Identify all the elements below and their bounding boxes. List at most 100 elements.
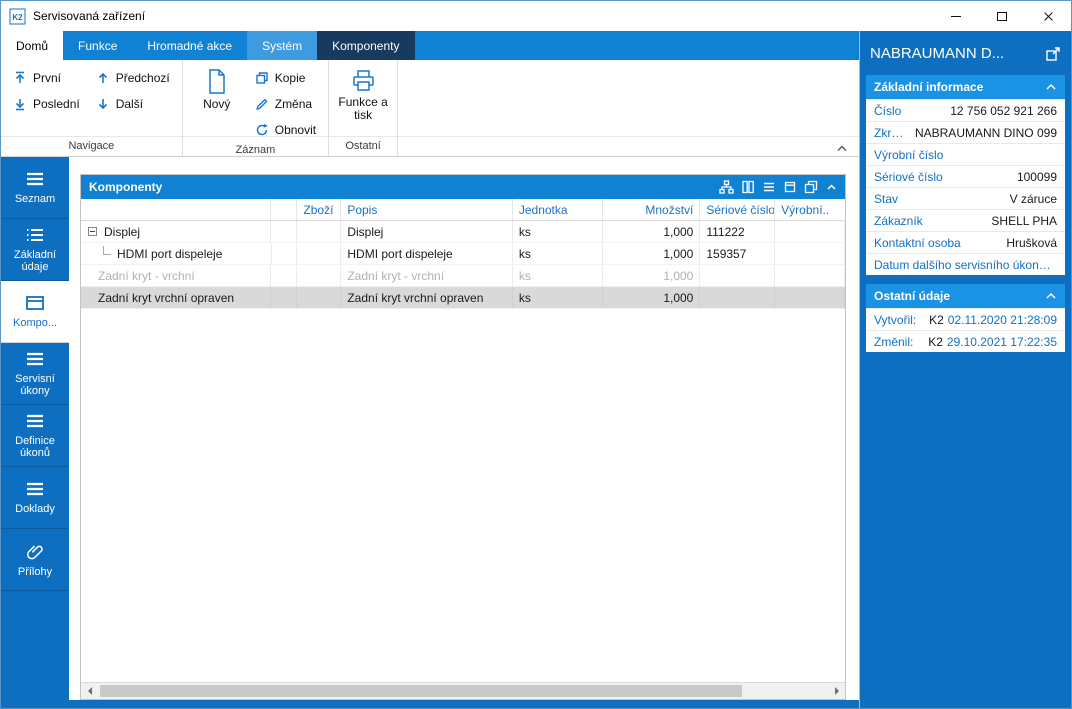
new-button-label: Nový — [203, 97, 231, 111]
sidebar-item-doklady[interactable]: Doklady — [1, 467, 69, 529]
tab-komponenty[interactable]: Komponenty — [317, 31, 415, 60]
list-view-icon[interactable] — [762, 180, 776, 194]
column-chooser-icon[interactable] — [741, 180, 755, 194]
tab-funkce[interactable]: Funkce — [63, 31, 132, 60]
maximize-button[interactable] — [979, 1, 1025, 31]
section-collapse-chevron[interactable] — [1045, 83, 1057, 91]
refresh-button[interactable]: Obnovit — [250, 119, 321, 141]
sidebar-filler — [1, 591, 69, 700]
section-zakladni-informace: Základní informace Číslo 12 756 052 921 … — [866, 75, 1065, 275]
functions-print-button-label: Funkce a tisk — [338, 95, 388, 122]
column-header-mnozstvi[interactable]: Množství — [603, 199, 701, 220]
tab-hromadne-akce[interactable]: Hromadné akce — [132, 31, 247, 60]
table-row-selected[interactable]: Zadní kryt vrchní opraven Zadní kryt vrc… — [81, 287, 845, 309]
komponenty-panel: Komponenty Zboží Popis Jednotka Množství… — [80, 174, 846, 700]
table-row[interactable]: Zadní kryt - vrchní Zadní kryt - vrchní … — [81, 265, 845, 287]
column-header-vyrobni[interactable]: Výrobní.. — [775, 199, 845, 220]
detail-row: Výrobní číslo — [866, 143, 1065, 165]
column-header-blank[interactable] — [271, 199, 298, 220]
section-collapse-chevron[interactable] — [1045, 292, 1057, 300]
tab-domu[interactable]: Domů — [1, 31, 64, 60]
sidebar-item-komponenty[interactable]: Kompo... — [1, 281, 69, 343]
detail-record-title: NABRAUMANN D... — [870, 45, 1005, 62]
refresh-icon — [255, 123, 269, 137]
previous-button[interactable]: Předchozí — [91, 67, 175, 89]
cascade-windows-icon[interactable] — [804, 180, 818, 194]
ribbon-tab-bar: Domů Funkce Hromadné akce Systém Kompone… — [1, 31, 859, 60]
tab-system[interactable]: Systém — [247, 31, 318, 60]
section-header[interactable]: Ostatní údaje — [866, 284, 1065, 308]
minimize-button[interactable] — [933, 1, 979, 31]
sidebar-item-label: Seznam — [14, 192, 56, 205]
last-button-label: Poslední — [33, 97, 80, 111]
row-name: Zadní kryt vrchní opraven — [98, 290, 235, 305]
detail-row: Změnil: K2 29.10.2021 17:22:35 — [866, 330, 1065, 352]
first-button[interactable]: První — [8, 67, 85, 89]
functions-print-button[interactable]: Funkce a tisk — [336, 64, 390, 122]
first-button-label: První — [33, 71, 62, 85]
komponenty-panel-header: Komponenty — [81, 175, 845, 199]
panel-collapse-chevron[interactable] — [825, 182, 838, 192]
open-external-icon[interactable] — [1045, 46, 1061, 62]
scrollbar-track[interactable] — [98, 683, 828, 699]
row-name: HDMI port dispeleje — [117, 246, 223, 261]
main-content: Komponenty Zboží Popis Jednotka Množství… — [69, 157, 859, 700]
component-icon — [25, 295, 45, 311]
horizontal-scrollbar[interactable] — [81, 682, 845, 699]
section-title: Základní informace — [874, 80, 984, 94]
column-header-seriove-cislo[interactable]: Sériové číslo — [700, 199, 776, 220]
sidebar-item-servisni-ukony[interactable]: Servisní úkony — [1, 343, 69, 405]
group-label-zaznam: Záznam — [235, 144, 276, 156]
section-header[interactable]: Základní informace — [866, 75, 1065, 99]
new-button[interactable]: Nový — [190, 64, 244, 111]
next-button[interactable]: Další — [91, 93, 175, 115]
row-name: Zadní kryt - vrchní — [98, 268, 195, 283]
sidebar-item-label: Doklady — [15, 502, 55, 515]
detail-panel: NABRAUMANN D... Základní informace Číslo… — [859, 31, 1071, 708]
ribbon-group-ostatni: Funkce a tisk Ostatní — [329, 60, 399, 156]
window-bottom-strip — [1, 700, 859, 708]
tasks-icon — [25, 351, 45, 367]
ribbon-group-zaznam: Nový Kopie Změna Obnovit Záznam — [183, 60, 330, 156]
last-button[interactable]: Poslední — [8, 93, 85, 115]
column-header-jednotka[interactable]: Jednotka — [513, 199, 603, 220]
scroll-left-arrow[interactable] — [81, 683, 98, 699]
ribbon-collapse-chevron[interactable] — [835, 144, 849, 153]
sidebar-item-zakladni-udaje[interactable]: Základní údaje — [1, 219, 69, 281]
tree-view-icon[interactable] — [719, 180, 734, 194]
grid-empty-area — [81, 309, 845, 682]
paperclip-icon — [26, 542, 44, 560]
edit-button[interactable]: Změna — [250, 93, 321, 115]
close-button[interactable] — [1025, 1, 1071, 31]
scrollbar-thumb[interactable] — [100, 685, 743, 697]
sidebar-item-prilohy[interactable]: Přílohy — [1, 529, 69, 591]
copy-icon — [255, 71, 269, 85]
table-row[interactable]: Displej Displej ks 1,000 111222 — [81, 221, 845, 243]
task-definitions-icon — [25, 413, 45, 429]
list-icon — [25, 227, 45, 243]
copy-button-label: Kopie — [274, 71, 306, 85]
sidebar-item-label: Definice úkonů — [15, 434, 55, 459]
detail-row: Číslo 12 756 052 921 266 — [866, 99, 1065, 121]
refresh-button-label: Obnovit — [274, 123, 317, 137]
sidebar-item-label: Základní údaje — [13, 248, 57, 273]
sidebar-item-definice-ukonu[interactable]: Definice úkonů — [1, 405, 69, 467]
sidebar-item-seznam[interactable]: Seznam — [1, 157, 69, 219]
tree-connector — [103, 245, 111, 255]
sidebar-item-label: Přílohy — [17, 565, 53, 578]
column-header-zbozi[interactable]: Zboží — [297, 199, 342, 220]
documents-icon — [25, 481, 45, 497]
column-header-tree[interactable] — [81, 199, 272, 220]
column-header-popis[interactable]: Popis — [341, 199, 513, 220]
tree-collapse-icon[interactable] — [88, 227, 97, 236]
panel-title: Komponenty — [89, 180, 163, 194]
edit-button-label: Změna — [274, 97, 313, 111]
scroll-right-arrow[interactable] — [828, 683, 845, 699]
table-row[interactable]: HDMI port dispeleje HDMI port dispeleje … — [81, 243, 845, 265]
window-controls — [933, 1, 1071, 31]
window-icon[interactable] — [783, 180, 797, 194]
arrow-up-icon — [96, 71, 110, 85]
app-logo-icon: K2 — [9, 8, 26, 25]
copy-button[interactable]: Kopie — [250, 67, 321, 89]
detail-row: Datum dalšího servisního úkonu 0... — [866, 253, 1065, 275]
